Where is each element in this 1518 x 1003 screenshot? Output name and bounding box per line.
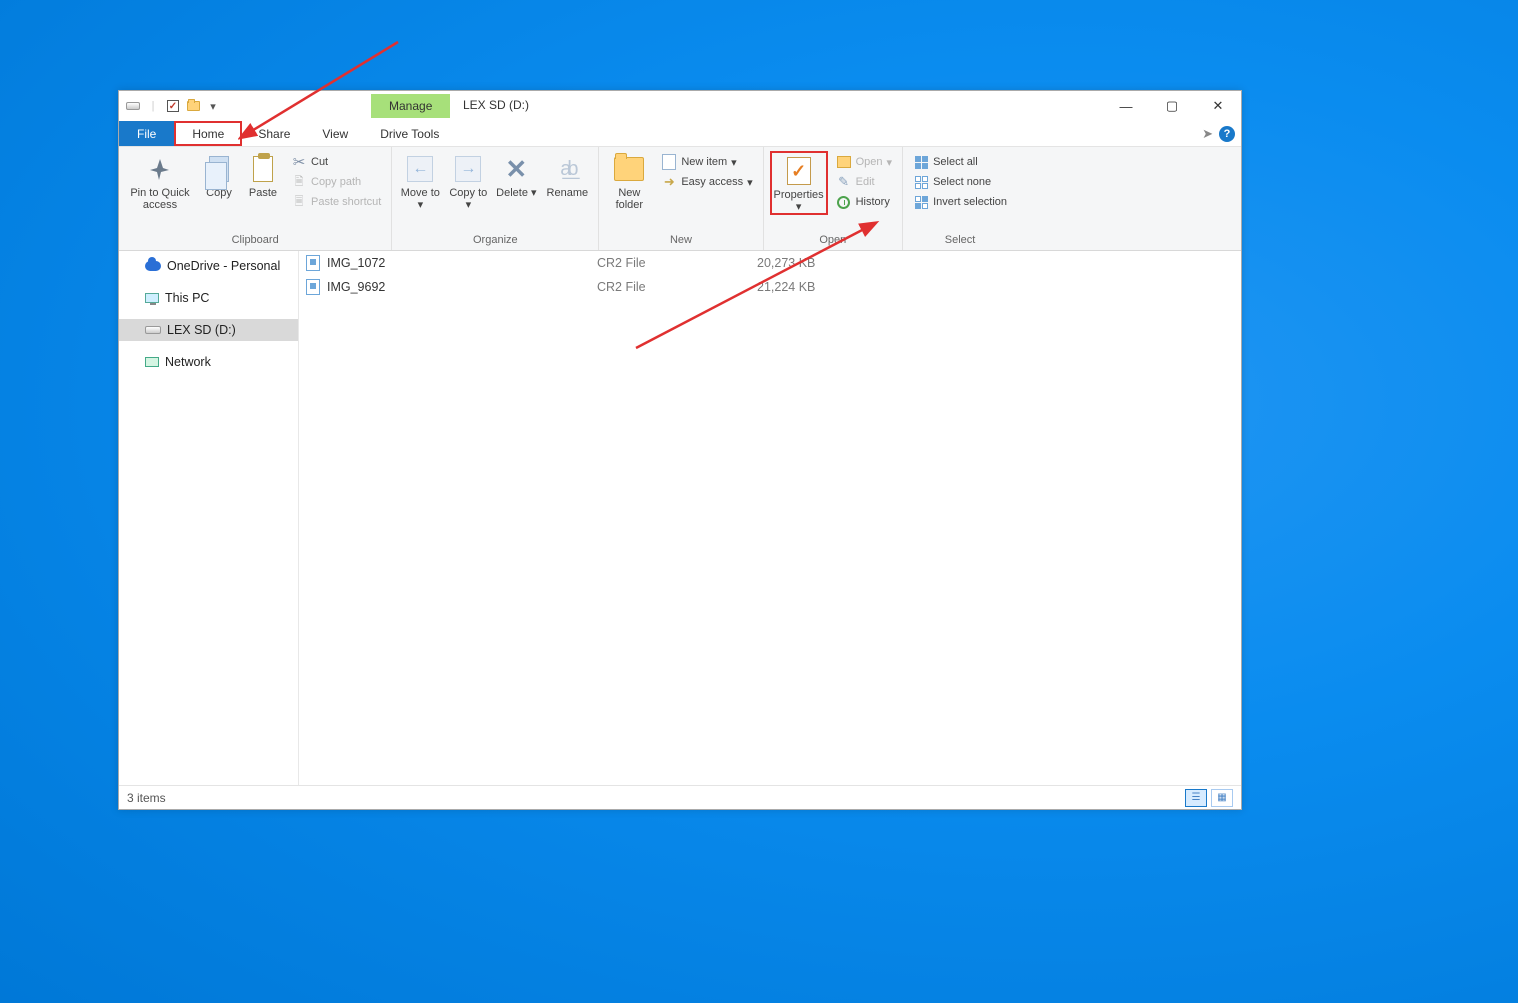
file-name: IMG_1072 (327, 256, 597, 270)
group-organize: ← Move to ▾ → Copy to ▾ ✕ Delete ▾ a͟b R… (392, 147, 599, 250)
ribbon: Pin to Quick access Copy Paste ✂Cut 🗎Cop… (119, 147, 1241, 251)
quick-access-toolbar: | ✓ ▾ (119, 98, 221, 114)
group-label-organize: Organize (392, 232, 598, 250)
copy-path-button[interactable]: 🗎Copy path (287, 173, 385, 191)
file-type: CR2 File (597, 256, 757, 270)
cut-button[interactable]: ✂Cut (287, 153, 385, 171)
new-item-button[interactable]: New item ▾ (657, 153, 756, 171)
file-size: 21,224 KB (757, 280, 857, 294)
divider: | (145, 98, 161, 114)
open-icon (836, 154, 852, 170)
paste-shortcut-icon: 🗏 (291, 194, 307, 210)
new-folder-button[interactable]: New folder (605, 151, 653, 211)
tab-view[interactable]: View (306, 121, 364, 146)
qat-properties-icon[interactable]: ✓ (165, 98, 181, 114)
tab-home[interactable]: Home (174, 121, 242, 146)
file-row[interactable]: IMG_1072 CR2 File 20,273 KB (299, 251, 1241, 275)
select-none-button[interactable]: Select none (909, 173, 1011, 191)
file-explorer-window: | ✓ ▾ Manage LEX SD (D:) — ▢ ✕ File Home… (118, 90, 1242, 810)
copy-path-icon: 🗎 (291, 174, 307, 190)
edit-icon: ✎ (836, 174, 852, 190)
copy-button[interactable]: Copy (199, 151, 239, 199)
group-label-clipboard: Clipboard (119, 232, 391, 250)
group-new: New folder New item ▾ ➜Easy access ▾ New (599, 147, 763, 250)
file-size: 20,273 KB (757, 256, 857, 270)
tab-file[interactable]: File (119, 121, 174, 146)
delete-button[interactable]: ✕ Delete ▾ (494, 151, 538, 199)
qat-folder-icon[interactable] (185, 98, 201, 114)
group-open: ✓ Properties▾ Open ▾ ✎Edit History Open (764, 147, 903, 250)
history-button[interactable]: History (832, 193, 896, 211)
nav-network[interactable]: Network (119, 351, 298, 373)
status-bar: 3 items ☰ ▦ (119, 785, 1241, 809)
move-to-button[interactable]: ← Move to ▾ (398, 151, 442, 211)
ribbon-tabs: File Home Share View Drive Tools ➤ ? (119, 121, 1241, 147)
large-icons-view-button[interactable]: ▦ (1211, 789, 1233, 807)
network-icon (145, 357, 159, 367)
file-list[interactable]: IMG_1072 CR2 File 20,273 KB IMG_9692 CR2… (299, 251, 1241, 785)
checkmark-icon: ✓ (791, 161, 806, 182)
select-none-icon (913, 174, 929, 190)
drive-icon (145, 326, 161, 334)
new-item-icon (661, 154, 677, 170)
status-text: 3 items (127, 791, 166, 805)
nav-onedrive[interactable]: OneDrive - Personal (119, 255, 298, 277)
group-select: Select all Select none Invert selection … (903, 147, 1017, 250)
tab-share[interactable]: Share (242, 121, 306, 146)
rename-button[interactable]: a͟b Rename (542, 151, 592, 199)
minimize-button[interactable]: — (1103, 91, 1149, 121)
open-button[interactable]: Open ▾ (832, 153, 896, 171)
navigation-pane: OneDrive - Personal This PC LEX SD (D:) … (119, 251, 299, 785)
invert-selection-icon (913, 194, 929, 210)
nav-this-pc[interactable]: This PC (119, 287, 298, 309)
monitor-icon (145, 293, 159, 303)
file-icon (306, 255, 320, 271)
select-all-icon (913, 154, 929, 170)
group-clipboard: Pin to Quick access Copy Paste ✂Cut 🗎Cop… (119, 147, 392, 250)
edit-button[interactable]: ✎Edit (832, 173, 896, 191)
paste-shortcut-button[interactable]: 🗏Paste shortcut (287, 193, 385, 211)
copy-to-button[interactable]: → Copy to ▾ (446, 151, 490, 211)
invert-selection-button[interactable]: Invert selection (909, 193, 1011, 211)
drive-icon (125, 98, 141, 114)
easy-access-button[interactable]: ➜Easy access ▾ (657, 173, 756, 191)
nav-drive-d[interactable]: LEX SD (D:) (119, 319, 298, 341)
properties-button[interactable]: ✓ Properties▾ (770, 151, 828, 215)
file-type: CR2 File (597, 280, 757, 294)
close-button[interactable]: ✕ (1195, 91, 1241, 121)
group-label-new: New (599, 232, 762, 250)
history-icon (836, 194, 852, 210)
pin-to-quick-access-button[interactable]: Pin to Quick access (125, 151, 195, 211)
file-row[interactable]: IMG_9692 CR2 File 21,224 KB (299, 275, 1241, 299)
easy-access-icon: ➜ (661, 174, 677, 190)
paste-button[interactable]: Paste (243, 151, 283, 199)
window-title: LEX SD (D:) (463, 98, 529, 112)
title-bar: | ✓ ▾ Manage LEX SD (D:) — ▢ ✕ (119, 91, 1241, 121)
maximize-button[interactable]: ▢ (1149, 91, 1195, 121)
cloud-icon (145, 261, 161, 271)
details-view-button[interactable]: ☰ (1185, 789, 1207, 807)
group-label-select: Select (903, 232, 1017, 250)
qat-customize-icon[interactable]: ▾ (205, 98, 221, 114)
select-all-button[interactable]: Select all (909, 153, 1011, 171)
tab-drive-tools[interactable]: Drive Tools (364, 121, 455, 146)
minimize-ribbon-icon[interactable]: ➤ (1202, 126, 1213, 142)
content-area: OneDrive - Personal This PC LEX SD (D:) … (119, 251, 1241, 785)
file-name: IMG_9692 (327, 280, 597, 294)
file-icon (306, 279, 320, 295)
contextual-tab-manage[interactable]: Manage (371, 94, 450, 118)
scissors-icon: ✂ (291, 154, 307, 170)
group-label-open: Open (764, 232, 902, 250)
help-icon[interactable]: ? (1219, 126, 1235, 142)
